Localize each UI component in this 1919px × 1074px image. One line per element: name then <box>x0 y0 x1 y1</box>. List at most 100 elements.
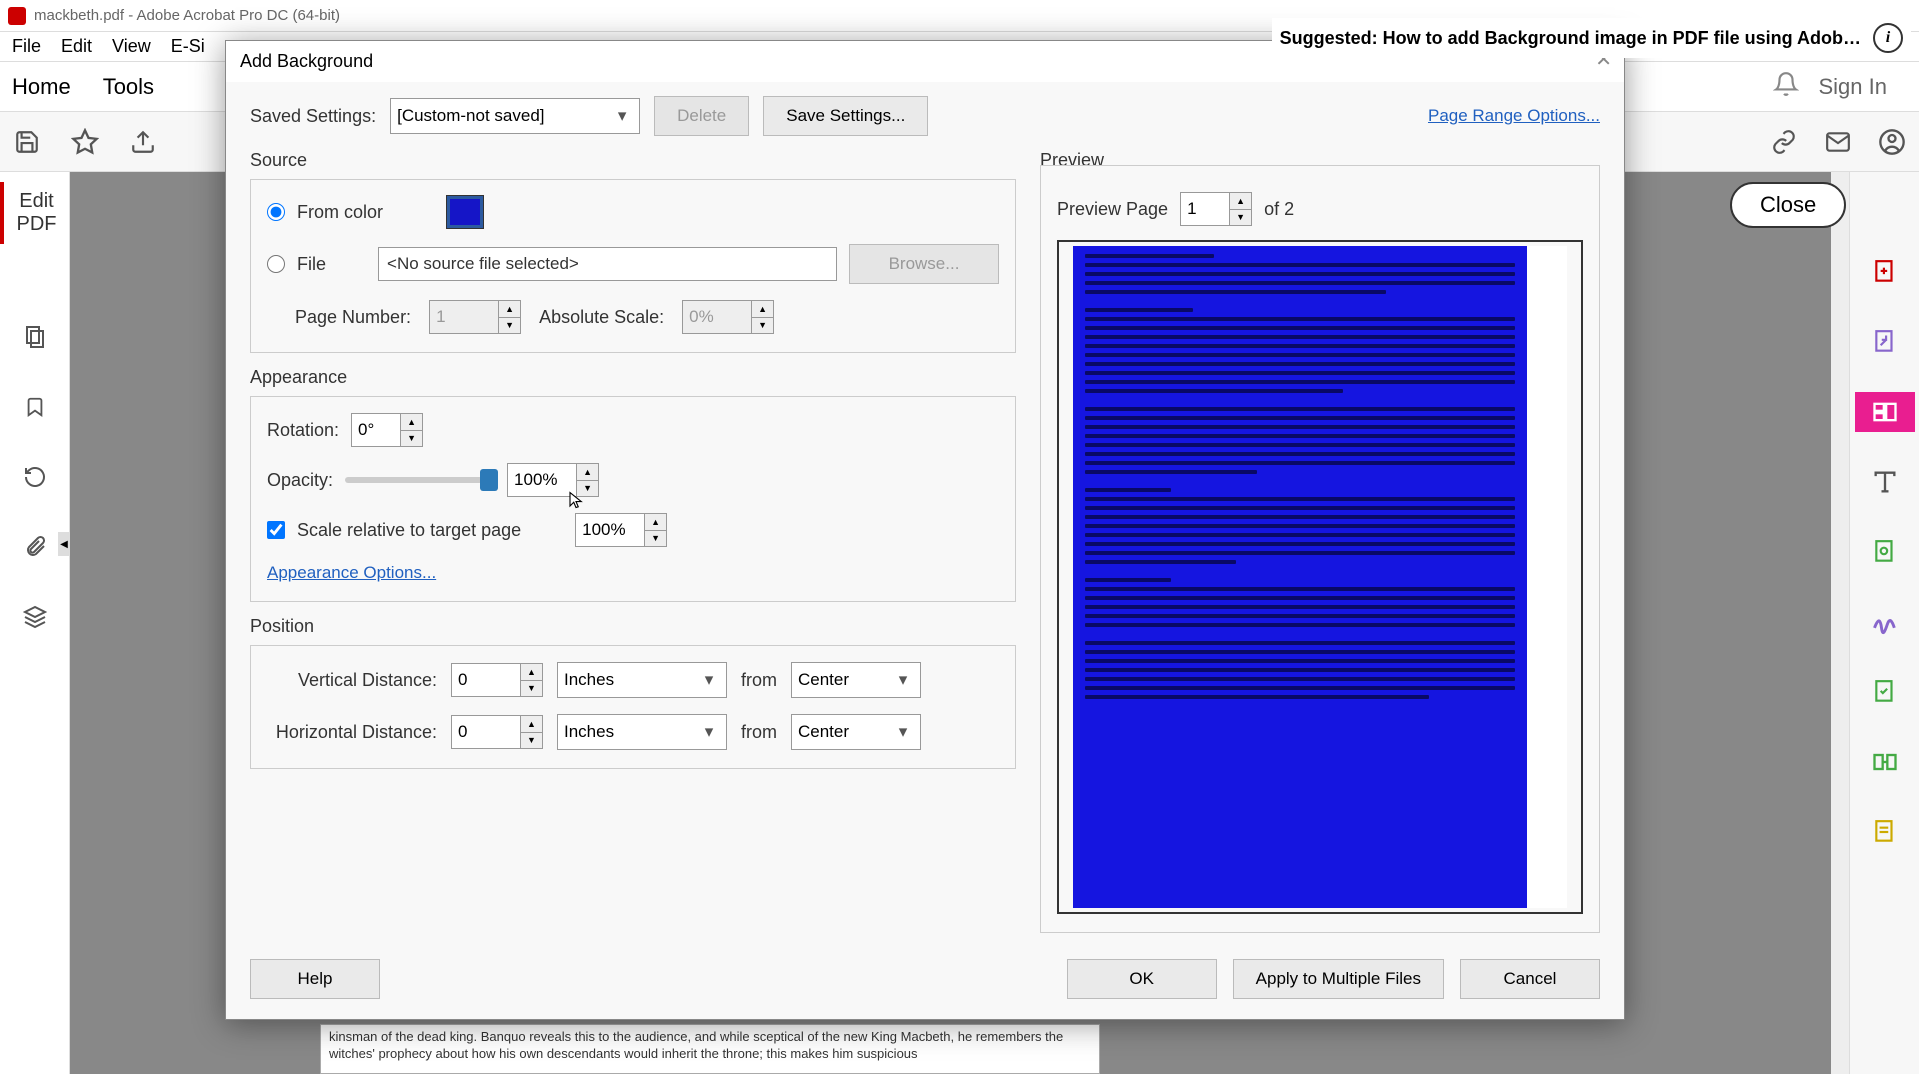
create-pdf-icon[interactable] <box>1865 252 1905 292</box>
menu-file[interactable]: File <box>12 36 41 57</box>
redact-icon[interactable] <box>1865 812 1905 852</box>
apply-multiple-button[interactable]: Apply to Multiple Files <box>1233 959 1444 999</box>
edit-pdf-icon[interactable] <box>1855 392 1915 432</box>
close-panel-button[interactable]: Close <box>1730 182 1846 228</box>
preview-page-input[interactable] <box>1180 192 1230 226</box>
hdist-spinbox[interactable]: ▲▼ <box>451 715 543 749</box>
hdist-input[interactable] <box>451 715 521 749</box>
pages-icon[interactable] <box>20 322 50 352</box>
menu-edit[interactable]: Edit <box>61 36 92 57</box>
rotation-spinbox[interactable]: ▲▼ <box>351 413 423 447</box>
undo-icon[interactable] <box>20 462 50 492</box>
save-settings-button[interactable]: Save Settings... <box>763 96 928 136</box>
saved-settings-label: Saved Settings: <box>250 106 376 127</box>
text-tool-icon[interactable] <box>1865 462 1905 502</box>
spin-up-icon[interactable]: ▲ <box>521 664 542 681</box>
collapse-left-icon[interactable]: ◀ <box>58 532 70 556</box>
star-icon[interactable] <box>70 127 100 157</box>
sign-icon[interactable] <box>1865 602 1905 642</box>
info-icon[interactable]: i <box>1873 23 1903 53</box>
source-fieldset: From color File <No source file selected… <box>250 179 1016 353</box>
link-icon[interactable] <box>1769 127 1799 157</box>
from-color-label: From color <box>297 202 383 223</box>
spin-down-icon[interactable]: ▼ <box>401 431 422 447</box>
scale-relative-label: Scale relative to target page <box>297 520 521 541</box>
position-fieldset: Vertical Distance: ▲▼ Inches▾ from Cente… <box>250 645 1016 769</box>
rotation-input[interactable] <box>351 413 401 447</box>
suggested-banner: Suggested: How to add Background image i… <box>1272 18 1911 58</box>
account-icon[interactable] <box>1877 127 1907 157</box>
opacity-slider[interactable] <box>345 477 495 483</box>
spin-up-icon[interactable]: ▲ <box>1230 193 1251 210</box>
vdist-unit-dropdown[interactable]: Inches▾ <box>557 662 727 698</box>
preview-canvas <box>1057 240 1583 914</box>
opacity-spinbox[interactable]: ▲▼ <box>507 463 599 497</box>
notifications-icon[interactable] <box>1773 71 1799 103</box>
absolute-scale-input <box>682 300 752 334</box>
file-radio[interactable] <box>267 255 285 273</box>
edit-pdf-panel-label[interactable]: Edit PDF <box>0 182 69 244</box>
bookmark-icon[interactable] <box>20 392 50 422</box>
export-pdf-icon[interactable] <box>1865 322 1905 362</box>
spin-up-icon[interactable]: ▲ <box>577 464 598 481</box>
from-label-h: from <box>741 722 777 743</box>
preview-page-spinbox[interactable]: ▲▼ <box>1180 192 1252 226</box>
preview-page-render <box>1073 246 1566 908</box>
organize-icon[interactable] <box>1865 532 1905 572</box>
chevron-down-icon: ▾ <box>611 106 633 126</box>
spin-up-icon[interactable]: ▲ <box>645 514 666 531</box>
spin-up-icon[interactable]: ▲ <box>401 414 422 431</box>
scale-input[interactable] <box>575 513 645 547</box>
preview-page-label: Preview Page <box>1057 199 1168 220</box>
page-number-label: Page Number: <box>295 307 411 328</box>
layers-icon[interactable] <box>20 602 50 632</box>
scale-spinbox[interactable]: ▲▼ <box>575 513 667 547</box>
spin-down-icon: ▼ <box>499 318 520 334</box>
from-color-radio[interactable] <box>267 203 285 221</box>
absolute-scale-label: Absolute Scale: <box>539 307 664 328</box>
add-background-dialog: Add Background ✕ Saved Settings: [Custom… <box>225 40 1625 1020</box>
spin-down-icon[interactable]: ▼ <box>521 681 542 697</box>
ok-button[interactable]: OK <box>1067 959 1217 999</box>
help-button[interactable]: Help <box>250 959 380 999</box>
spin-down-icon[interactable]: ▼ <box>645 531 666 547</box>
vdist-spinbox[interactable]: ▲▼ <box>451 663 543 697</box>
file-path-input[interactable]: <No source file selected> <box>378 247 837 281</box>
chevron-down-icon: ▾ <box>892 722 914 742</box>
opacity-label: Opacity: <box>267 470 333 491</box>
spin-down-icon[interactable]: ▼ <box>521 733 542 749</box>
page-number-spinbox: ▲▼ <box>429 300 521 334</box>
from-label-v: from <box>741 670 777 691</box>
color-swatch[interactable] <box>447 196 483 228</box>
spin-up-icon[interactable]: ▲ <box>521 716 542 733</box>
appearance-fieldset: Rotation: ▲▼ Opacity: <box>250 396 1016 602</box>
upload-icon[interactable] <box>128 127 158 157</box>
sign-in-link[interactable]: Sign In <box>1819 74 1888 100</box>
menu-esign[interactable]: E-Si <box>171 36 205 57</box>
tab-home[interactable]: Home <box>12 74 71 100</box>
chevron-down-icon: ▾ <box>698 722 720 742</box>
vdist-input[interactable] <box>451 663 521 697</box>
save-icon[interactable] <box>12 127 42 157</box>
compress-icon[interactable] <box>1865 742 1905 782</box>
vdist-anchor-dropdown[interactable]: Center▾ <box>791 662 921 698</box>
slider-thumb[interactable] <box>480 469 498 491</box>
mail-icon[interactable] <box>1823 127 1853 157</box>
cancel-button[interactable]: Cancel <box>1460 959 1600 999</box>
hdist-anchor-dropdown[interactable]: Center▾ <box>791 714 921 750</box>
page-range-options-link[interactable]: Page Range Options... <box>1428 106 1600 126</box>
spin-down-icon[interactable]: ▼ <box>1230 210 1251 226</box>
rotation-label: Rotation: <box>267 420 339 441</box>
document-text-snippet: kinsman of the dead king. Banquo reveals… <box>320 1024 1100 1074</box>
menu-view[interactable]: View <box>112 36 151 57</box>
hdist-unit-dropdown[interactable]: Inches▾ <box>557 714 727 750</box>
appearance-options-link[interactable]: Appearance Options... <box>267 563 999 583</box>
position-legend: Position <box>250 616 1016 637</box>
protect-icon[interactable] <box>1865 672 1905 712</box>
vertical-scrollbar[interactable] <box>1831 172 1849 1074</box>
attachment-icon[interactable] <box>20 532 50 562</box>
scale-relative-checkbox[interactable] <box>267 521 285 539</box>
saved-settings-dropdown[interactable]: [Custom-not saved] ▾ <box>390 98 640 134</box>
source-legend: Source <box>250 150 1016 171</box>
tab-tools[interactable]: Tools <box>103 74 154 100</box>
